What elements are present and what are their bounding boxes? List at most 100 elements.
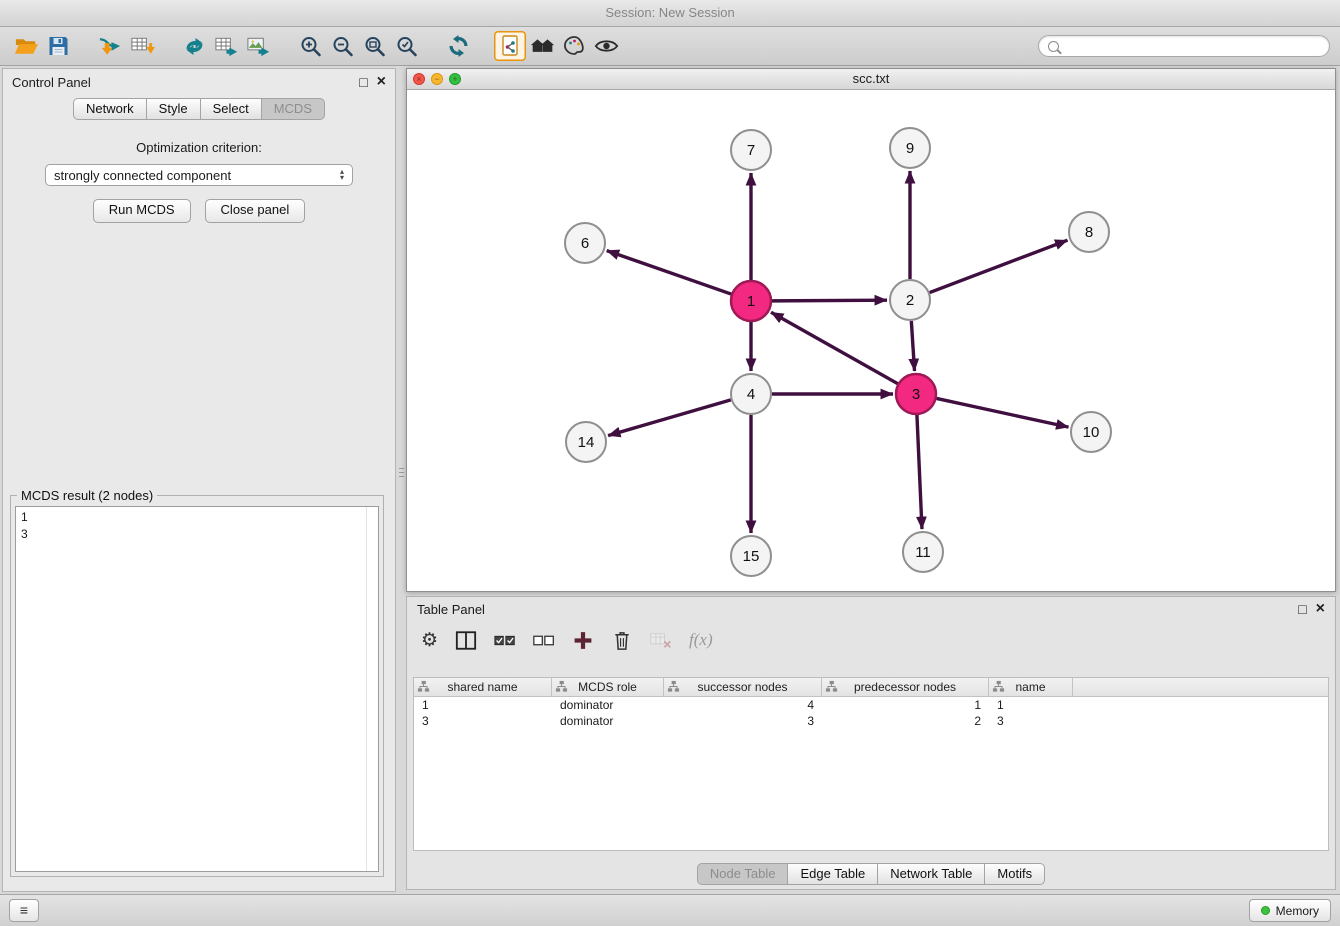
network-canvas[interactable]: 7 9 6 8 1 2 4 3 14 10 15 11 [407,90,1335,591]
close-panel-icon[interactable] [377,74,386,90]
main-area: Control Panel NetworkStyleSelectMCDS Opt… [0,66,1340,894]
column-browser-icon[interactable] [455,630,477,651]
close-window-button[interactable] [413,73,425,85]
table-row[interactable]: 3dominator323 [414,713,1328,729]
run-mcds-button[interactable]: Run MCDS [93,199,191,223]
tab-node-table[interactable]: Node Table [697,863,789,885]
control-panel-title: Control Panel [12,75,91,90]
edge-2-8[interactable] [930,240,1068,292]
save-floppy-icon[interactable] [42,31,74,61]
node-1[interactable]: 1 [731,281,771,321]
edge-2-3[interactable] [911,321,914,371]
zoom-selected-icon[interactable] [390,31,422,61]
minimize-window-button[interactable] [431,73,443,85]
tab-edge-table[interactable]: Edge Table [788,863,878,885]
node-7[interactable]: 7 [731,130,771,170]
edge-3-11[interactable] [917,415,922,529]
tab-select[interactable]: Select [201,98,262,120]
zoom-out-icon[interactable] [326,31,358,61]
import-table-icon[interactable] [126,31,158,61]
mcds-result-value: 3 [21,526,373,543]
column-header-name[interactable]: name [989,678,1073,696]
edge-1-6[interactable] [607,251,731,294]
close-panel-button[interactable]: Close panel [205,199,306,223]
svg-text:14: 14 [578,434,595,451]
search-icon [1048,41,1059,52]
cell-MCDS-role: dominator [552,714,664,728]
open-folder-icon[interactable] [10,31,42,61]
network-page-icon[interactable] [494,31,526,61]
node-14[interactable]: 14 [566,422,606,462]
table-row[interactable]: 1dominator411 [414,697,1328,713]
delete-row-icon[interactable] [611,630,633,651]
style-badge-icon[interactable] [558,31,590,61]
import-network-icon[interactable] [94,31,126,61]
edge-1-2[interactable] [772,300,887,301]
maximize-window-button[interactable] [449,73,461,85]
node-15[interactable]: 15 [731,536,771,576]
window-title: Session: New Session [605,5,734,20]
tab-mcds[interactable]: MCDS [262,98,325,120]
column-tree-icon [992,680,1005,693]
mcds-result-list[interactable]: 13 [15,506,379,872]
clear-checkboxes-icon[interactable] [533,630,555,651]
node-2[interactable]: 2 [890,280,930,320]
column-header-filler [1073,678,1328,696]
node-11[interactable]: 11 [903,532,943,572]
image-export-icon[interactable] [242,31,274,61]
toolbar-icon-groups [10,31,642,61]
search-box[interactable] [1038,35,1330,57]
tab-style[interactable]: Style [147,98,201,120]
mcds-result-title: MCDS result (2 nodes) [17,488,157,503]
refresh-icon[interactable] [442,31,474,61]
column-label: name [1015,680,1045,694]
zoom-in-icon[interactable] [294,31,326,61]
memory-status-dot [1261,906,1270,915]
optimization-criterion-label: Optimization criterion: [3,140,395,155]
column-header-shared-name[interactable]: shared name [414,678,552,696]
column-header-successor-nodes[interactable]: successor nodes [664,678,822,696]
float-panel-icon[interactable] [359,75,367,89]
node-3[interactable]: 3 [896,374,936,414]
node-8[interactable]: 8 [1069,212,1109,252]
splitter-handle[interactable] [397,458,405,486]
edge-3-1[interactable] [771,312,898,383]
svg-text:8: 8 [1085,224,1093,241]
tab-network[interactable]: Network [73,98,147,120]
tab-motifs[interactable]: Motifs [985,863,1045,885]
control-panel: Control Panel NetworkStyleSelectMCDS Opt… [2,68,396,892]
node-10[interactable]: 10 [1071,412,1111,452]
close-table-panel-icon[interactable] [1316,601,1325,617]
search-input[interactable] [1065,38,1320,54]
criterion-select[interactable]: strongly connected component [45,164,353,186]
zoom-fit-icon[interactable] [358,31,390,61]
network-window-titlebar: scc.txt [407,69,1335,90]
node-4[interactable]: 4 [731,374,771,414]
curved-arrows-icon[interactable] [178,31,210,61]
table-export-icon[interactable] [210,31,242,61]
edge-3-10[interactable] [937,398,1069,427]
select-all-checkboxes-icon[interactable] [494,630,516,651]
gear-icon[interactable]: ⚙ [421,631,438,650]
houses-icon[interactable] [526,31,558,61]
node-6[interactable]: 6 [565,223,605,263]
task-list-button[interactable] [9,899,39,922]
node-table: shared nameMCDS rolesuccessor nodes prede… [413,677,1329,851]
memory-button[interactable]: Memory [1249,899,1331,922]
eye-icon[interactable] [590,31,622,61]
column-header-MCDS-role[interactable]: MCDS role [552,678,664,696]
add-row-icon[interactable] [572,630,594,651]
table-toolbar: ⚙f(x) [407,621,1335,659]
column-label: predecessor nodes [854,680,956,694]
column-header-predecessor-nodes[interactable]: predecessor nodes [822,678,989,696]
tab-network-table[interactable]: Network Table [878,863,985,885]
toolbar-group [442,31,474,61]
table-header-row: shared nameMCDS rolesuccessor nodes prede… [414,678,1328,697]
select-stepper-icon [340,169,344,181]
svg-text:6: 6 [581,235,589,252]
float-table-panel-icon[interactable] [1298,602,1306,616]
edge-4-14[interactable] [608,400,731,436]
node-9[interactable]: 9 [890,128,930,168]
svg-text:1: 1 [747,293,755,310]
svg-text:15: 15 [743,548,760,565]
